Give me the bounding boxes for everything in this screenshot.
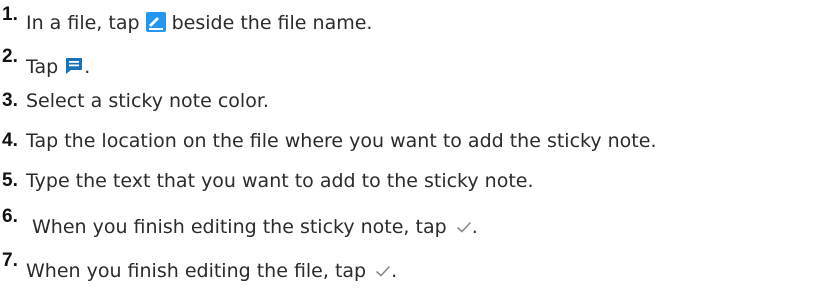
step-text: When you finish editing the sticky note,… <box>32 216 478 238</box>
step-text-before: When you finish editing the file, tap <box>26 260 373 282</box>
step-text-after: . <box>471 216 478 238</box>
instruction-steps-list: 1. In a file, tap beside the file name. … <box>0 0 822 295</box>
step-text-before: Tap <box>26 56 65 78</box>
step-text: Tap the location on the file where you w… <box>26 130 657 152</box>
step-text-before: When you finish editing the sticky note,… <box>32 216 453 238</box>
sticky-note-icon <box>64 56 84 81</box>
step-text-after: . <box>84 56 91 78</box>
step-text-before: In a file, tap <box>26 12 146 34</box>
step-text: Tap . <box>26 56 90 81</box>
step-number: 1. <box>2 4 18 25</box>
checkmark-icon <box>456 216 472 238</box>
step-number: 4. <box>2 130 18 151</box>
step-number: 6. <box>2 206 18 227</box>
step-text: Select a sticky note color. <box>26 90 269 112</box>
checkmark-icon <box>375 260 391 282</box>
step-text: Type the text that you want to add to th… <box>26 170 534 192</box>
step-number: 3. <box>2 90 18 111</box>
step-number: 2. <box>2 46 18 67</box>
edit-pen-icon <box>145 12 166 37</box>
step-number: 5. <box>2 170 18 191</box>
step-text-after: . <box>391 260 398 282</box>
step-text: When you finish editing the file, tap . <box>26 260 397 282</box>
step-text: In a file, tap beside the file name. <box>26 12 372 37</box>
step-number: 7. <box>2 250 18 271</box>
step-text-after: beside the file name. <box>165 12 373 34</box>
